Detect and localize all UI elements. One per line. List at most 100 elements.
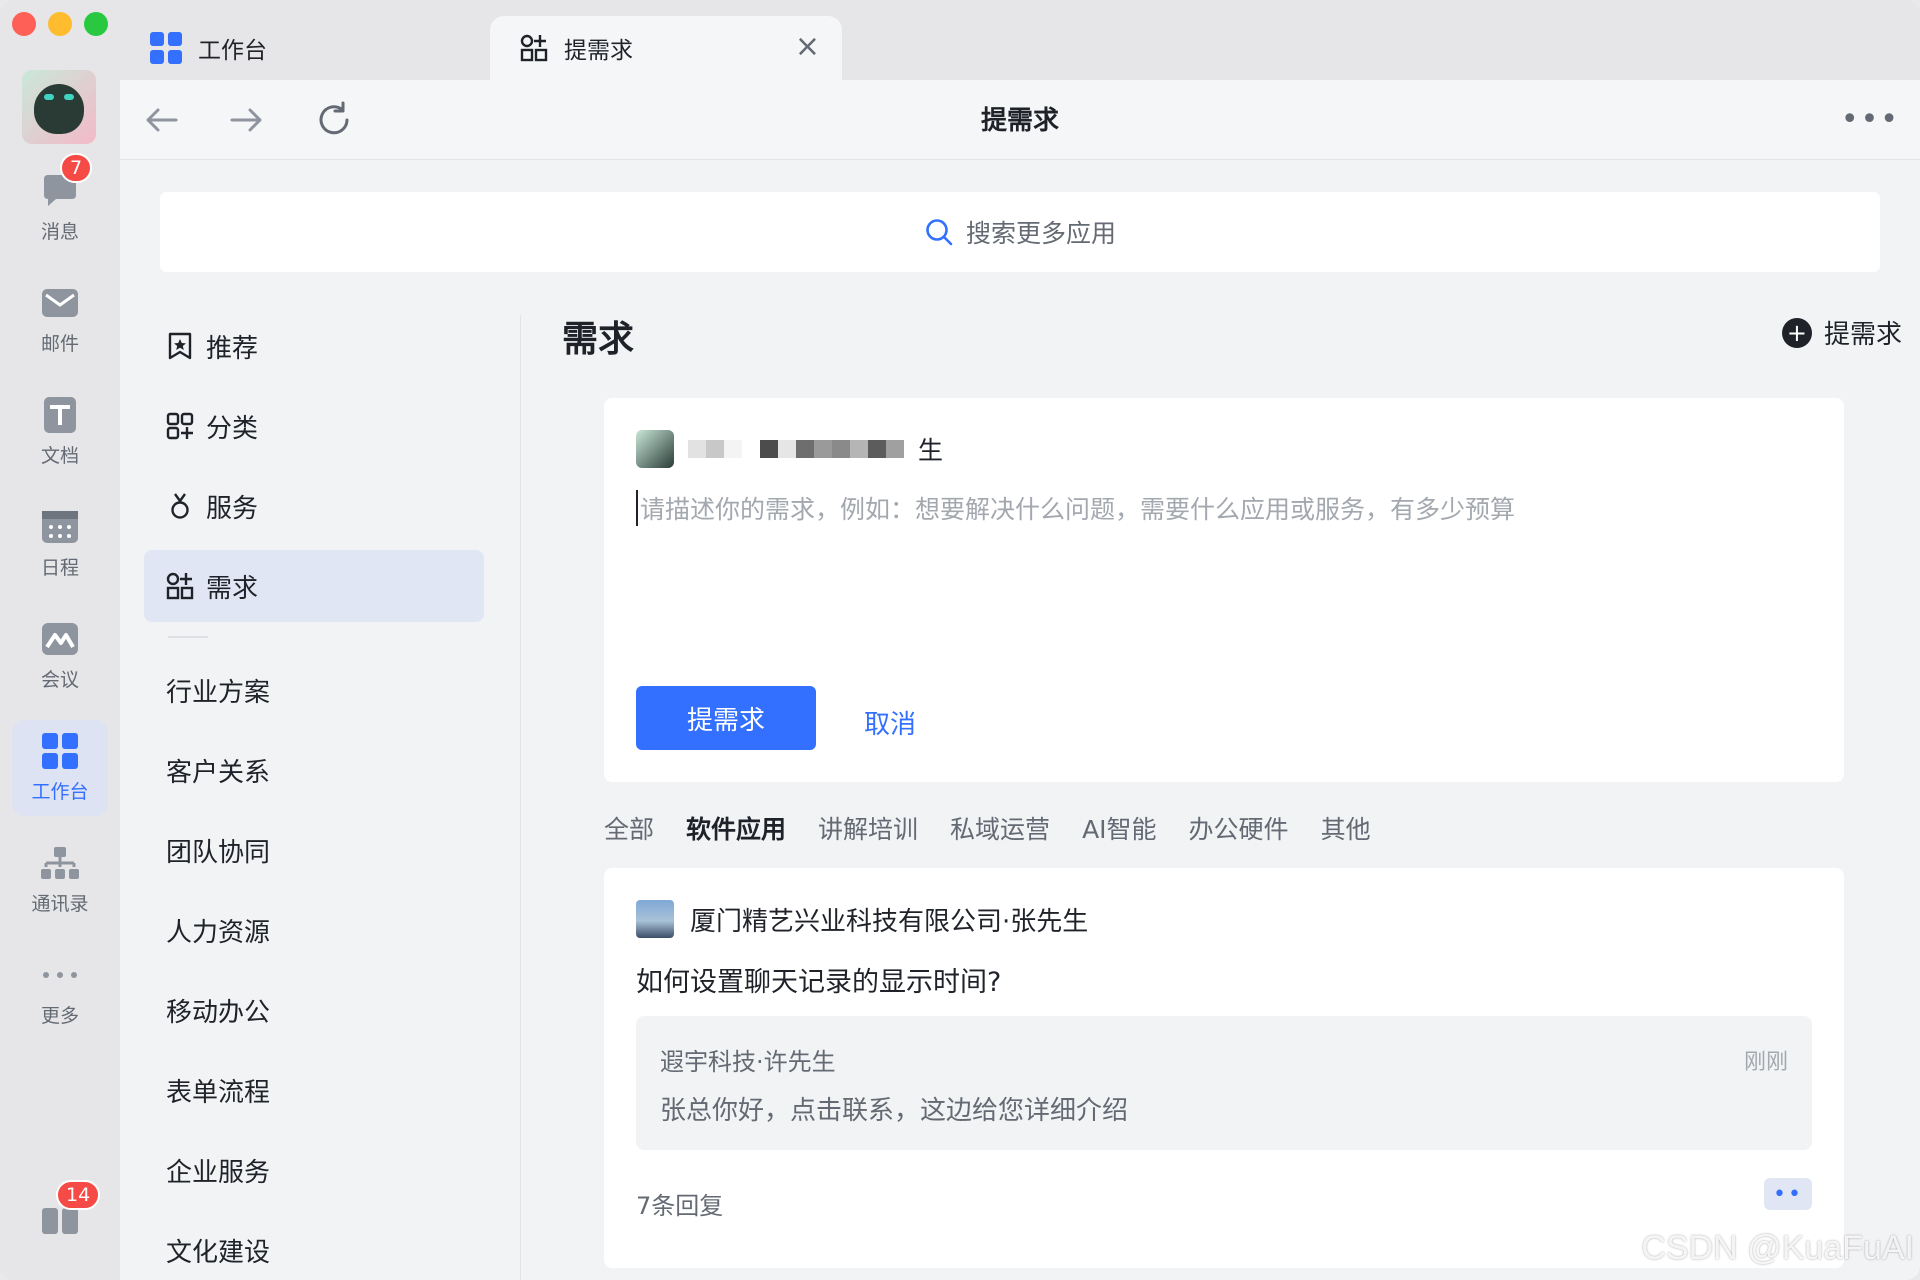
page-title: 提需求 [980, 106, 1059, 136]
more-options-icon[interactable]: ••• [1841, 102, 1900, 137]
medal-icon [166, 492, 194, 520]
rail-item-more[interactable]: 更多 [12, 944, 108, 1040]
rail-label: 消息 [40, 220, 79, 243]
rail-label: 会议 [40, 668, 79, 691]
tab-label: 提需求 [564, 38, 633, 64]
request-textarea[interactable]: 请描述你的需求，例如：想要解决什么问题，需要什么应用或服务，有多少预算 [636, 490, 1515, 526]
filter-software[interactable]: 软件应用 [686, 810, 786, 846]
rail-item-docs[interactable]: 文档 [12, 384, 108, 480]
sidebar-item-label: 行业方案 [166, 677, 271, 708]
search-bar[interactable]: 搜索更多应用 [160, 192, 1880, 272]
sidebar-category-collab[interactable]: 团队协同 [144, 814, 484, 886]
document-icon [40, 396, 80, 433]
filter-hardware[interactable]: 办公硬件 [1189, 810, 1289, 846]
window-controls [12, 12, 108, 36]
sidebar-item-label: 服务 [206, 493, 259, 524]
sidebar-divider [168, 636, 208, 638]
request-card[interactable]: 厦门精艺兴业科技有限公司·张先生 如何设置聊天记录的显示时间? 遐宇科技·许先生… [604, 868, 1844, 1268]
rail-label: 更多 [40, 1004, 79, 1027]
rail-label: 邮件 [40, 332, 79, 355]
rail-label: 通讯录 [31, 892, 89, 915]
plus-circle-icon: + [1781, 317, 1812, 348]
sidebar-category-mobile[interactable]: 移动办公 [144, 974, 484, 1046]
request-composer: 生 请描述你的需求，例如：想要解决什么问题，需要什么应用或服务，有多少预算 提需… [604, 398, 1844, 782]
notification-badge: 14 [56, 1180, 101, 1210]
sidebar-item-category[interactable]: 分类 [144, 390, 484, 462]
filter-ai[interactable]: AI智能 [1082, 810, 1156, 846]
sidebar-category-hr[interactable]: 人力资源 [144, 894, 484, 966]
panel-title: 需求 [562, 319, 635, 360]
close-window-button[interactable] [12, 12, 36, 36]
reply-text: 张总你好，点击联系，这边给您详细介绍 [660, 1096, 1129, 1126]
avatar [636, 900, 674, 938]
reply-count[interactable]: 7条回复 [636, 1186, 723, 1221]
sidebar-item-requests[interactable]: 需求 [144, 550, 484, 622]
request-icon [520, 34, 548, 62]
category-sidebar: 推荐 分类 服务 需求 行业方案 客户关系 团队协同 人力资源 移动办公 表单流… [144, 310, 484, 1280]
new-request-label: 提需求 [1823, 320, 1902, 350]
meeting-icon [40, 621, 80, 657]
latest-reply[interactable]: 遐宇科技·许先生 刚刚 张总你好，点击联系，这边给您详细介绍 [636, 1016, 1812, 1150]
nav-bar: 提需求 ••• [120, 80, 1920, 160]
sidebar-category-culture[interactable]: 文化建设 [144, 1214, 484, 1280]
sidebar-category-forms[interactable]: 表单流程 [144, 1054, 484, 1126]
category-grid-icon [166, 412, 194, 440]
rail-item-workplace[interactable]: 工作台 [12, 720, 108, 816]
sidebar-item-label: 表单流程 [166, 1077, 271, 1108]
reply-time: 刚刚 [1743, 1050, 1788, 1075]
app-window: 7 消息 邮件 文档 日程 会议 工作台 通讯录 更多 14 工作台 提需求 ×… [0, 0, 1920, 1280]
cancel-button[interactable]: 取消 [864, 704, 916, 741]
minimize-window-button[interactable] [48, 12, 72, 36]
rail-label: 文档 [40, 444, 79, 467]
sidebar-item-service[interactable]: 服务 [144, 470, 484, 542]
close-tab-icon[interactable]: × [795, 32, 820, 62]
request-icon [166, 572, 194, 600]
redacted-name [688, 440, 904, 458]
sidebar-item-label: 企业服务 [166, 1157, 271, 1188]
filter-tabs: 全部 软件应用 讲解培训 私域运营 AI智能 办公硬件 其他 [604, 810, 1371, 846]
rail-label: 日程 [40, 556, 79, 579]
sidebar-item-label: 移动办公 [166, 997, 271, 1028]
rail-item-mail[interactable]: 邮件 [12, 272, 108, 368]
new-request-button[interactable]: + 提需求 [1781, 314, 1902, 351]
sidebar-item-label: 人力资源 [166, 917, 271, 948]
rail-item-messages[interactable]: 7 消息 [12, 152, 108, 256]
sidebar-category-crm[interactable]: 客户关系 [144, 734, 484, 806]
sidebar-divider-line [520, 315, 521, 1280]
tab-request[interactable]: 提需求 × [490, 16, 842, 80]
composer-user: 生 [636, 430, 943, 468]
post-question: 如何设置聊天记录的显示时间? [636, 967, 1002, 998]
user-avatar[interactable] [22, 70, 96, 144]
watermark: CSDN @KuaFuAI [1641, 1229, 1914, 1267]
sidebar-item-label: 需求 [206, 573, 259, 604]
filter-other[interactable]: 其他 [1321, 810, 1371, 846]
filter-private-ops[interactable]: 私域运营 [950, 810, 1050, 846]
sidebar-item-label: 团队协同 [166, 837, 271, 868]
zoom-window-button[interactable] [84, 12, 108, 36]
search-placeholder: 搜索更多应用 [965, 219, 1116, 248]
more-icon [40, 957, 80, 993]
rail-item-meeting[interactable]: 会议 [12, 608, 108, 704]
rail-item-contacts[interactable]: 通讯录 [12, 832, 108, 928]
reply-author: 遐宇科技·许先生 [660, 1048, 836, 1076]
sidebar-category-enterprise[interactable]: 企业服务 [144, 1134, 484, 1206]
avatar [636, 430, 674, 468]
sidebar-category-industry[interactable]: 行业方案 [144, 654, 484, 726]
filter-all[interactable]: 全部 [604, 810, 654, 846]
contacts-icon [40, 845, 80, 881]
more-actions-icon[interactable]: •• [1764, 1178, 1812, 1210]
sidebar-item-label: 文化建设 [166, 1237, 271, 1268]
author-name: 厦门精艺兴业科技有限公司·张先生 [690, 906, 1089, 937]
app-center-icon[interactable]: 14 [40, 1180, 101, 1236]
rail-item-calendar[interactable]: 日程 [12, 496, 108, 592]
filter-training[interactable]: 讲解培训 [818, 810, 918, 846]
unread-badge: 7 [60, 152, 93, 183]
tab-workplace[interactable]: 工作台 [120, 16, 490, 80]
workplace-icon [150, 32, 182, 64]
chat-bubble-icon: 7 [40, 152, 93, 209]
submit-request-button[interactable]: 提需求 [636, 686, 816, 750]
user-name-suffix: 生 [918, 436, 944, 465]
search-icon [924, 217, 954, 247]
sidebar-item-recommend[interactable]: 推荐 [144, 310, 484, 382]
post-author: 厦门精艺兴业科技有限公司·张先生 [636, 900, 1088, 938]
